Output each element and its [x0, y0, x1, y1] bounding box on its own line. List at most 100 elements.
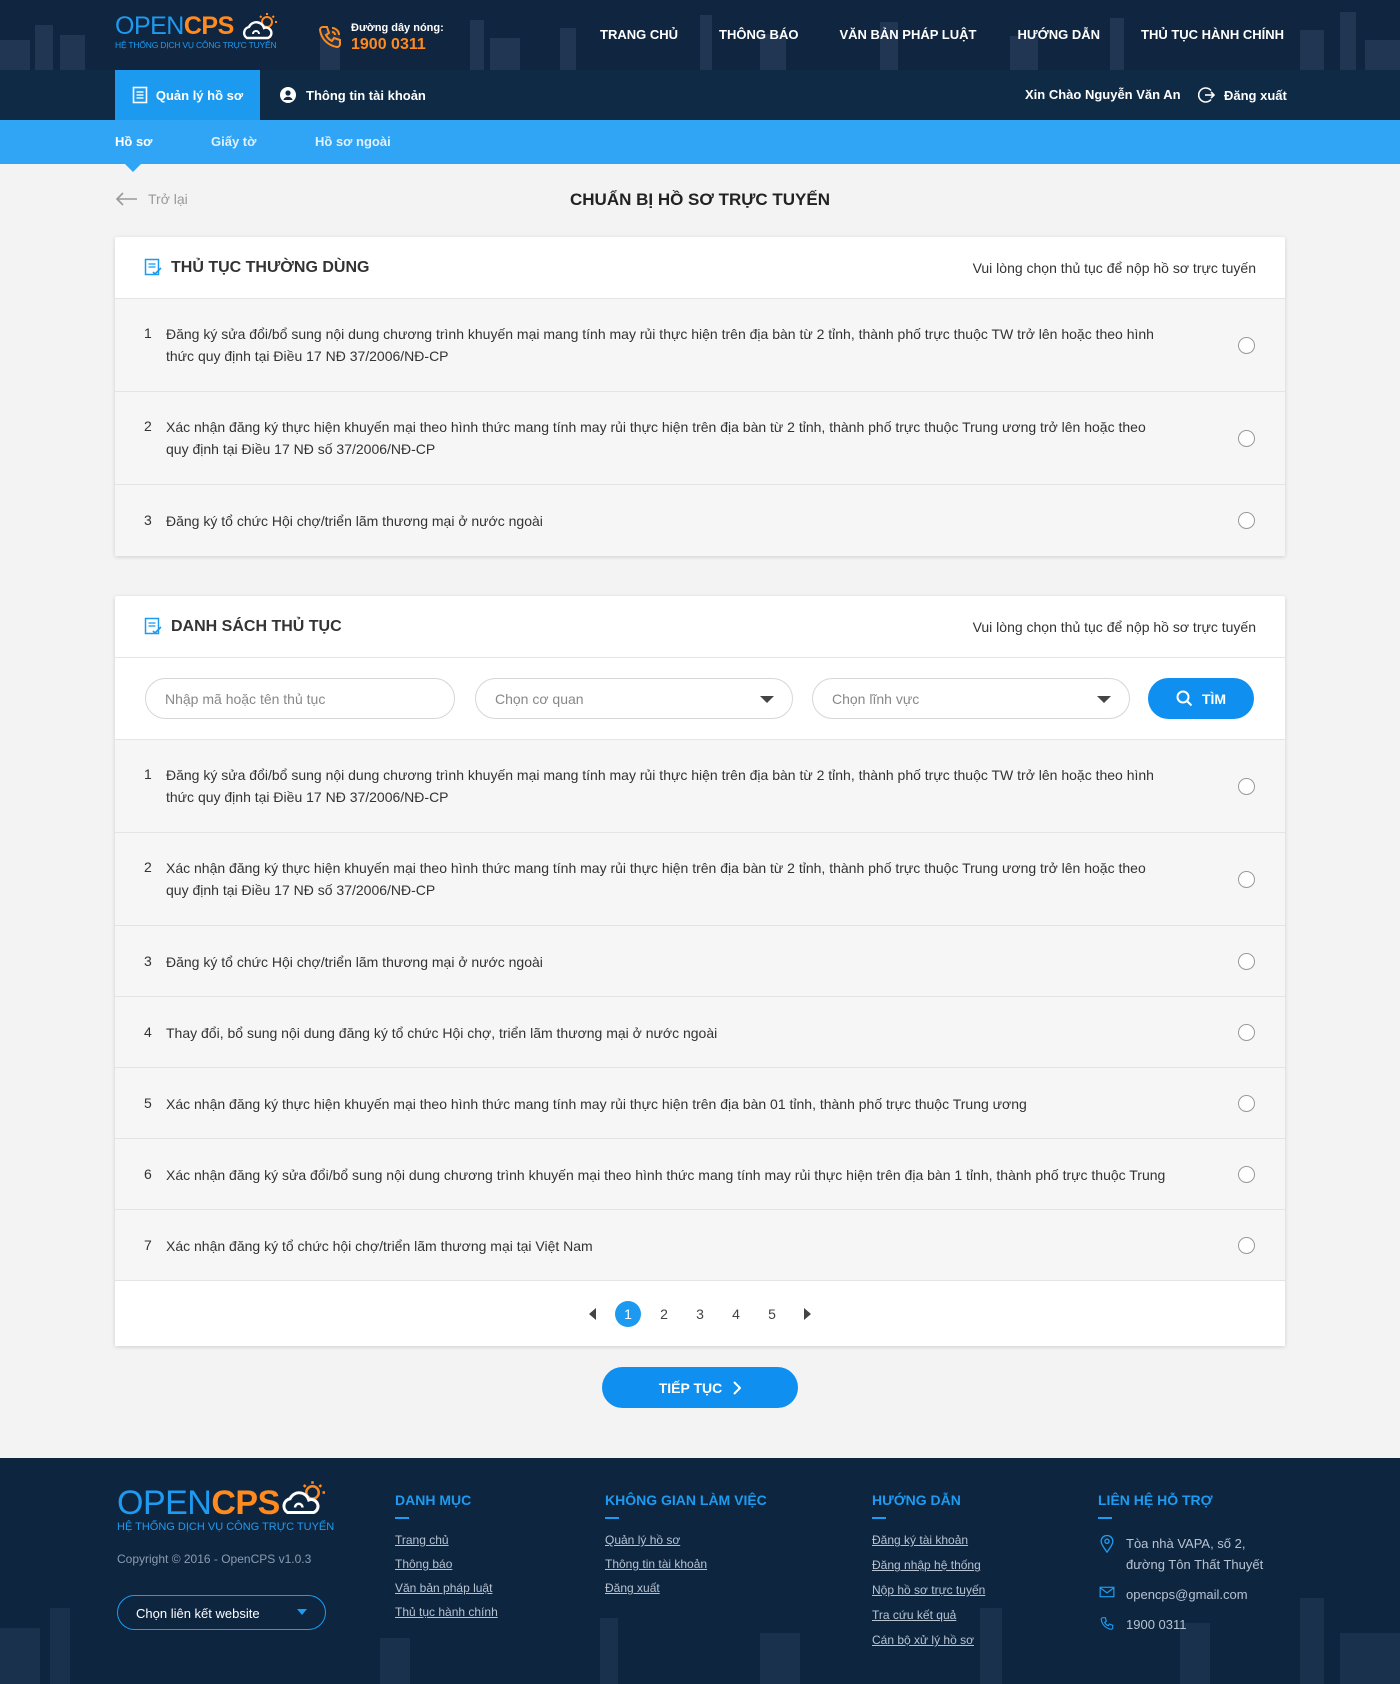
- copyright: Copyright © 2016 - OpenCPS v1.0.3: [117, 1552, 312, 1566]
- procedure-list-title: DANH SÁCH THỦ TỤC: [171, 618, 342, 635]
- support-email[interactable]: opencps@gmail.com: [1098, 1584, 1263, 1605]
- map-pin-icon: [1100, 1535, 1114, 1553]
- subnav-ho-so[interactable]: Hồ sơ: [115, 134, 152, 149]
- list-item[interactable]: 7 Xác nhận đăng ký tổ chức hội chợ/triển…: [115, 1210, 1285, 1281]
- subnav-ho-so-ngoai[interactable]: Hồ sơ ngoài: [315, 134, 391, 149]
- item-number: 4: [144, 1024, 152, 1040]
- nav-thong-bao[interactable]: THÔNG BÁO: [719, 27, 798, 42]
- footer-link[interactable]: Thông tin tài khoản: [605, 1557, 767, 1571]
- subnav-giay-to[interactable]: Giấy tờ: [211, 134, 256, 149]
- footer-link[interactable]: Nộp hồ sơ trực tuyến: [872, 1583, 985, 1597]
- item-number: 5: [144, 1095, 152, 1111]
- list-item[interactable]: 6 Xác nhận đăng ký sửa đổi/bổ sung nội d…: [115, 1139, 1285, 1210]
- title-underline: [395, 1517, 409, 1519]
- list-item[interactable]: 1 Đăng ký sửa đổi/bổ sung nội dung chươn…: [115, 299, 1285, 392]
- footer-link[interactable]: Cán bộ xử lý hồ sơ: [872, 1633, 985, 1647]
- footer-workspace: KHÔNG GIAN LÀM VIỆC Quản lý hồ sơ Thông …: [605, 1492, 767, 1605]
- footer-logo[interactable]: OPENCPS HỆ THỐNG DỊCH VỤ CÔNG TRỰC TUYẾN: [117, 1481, 337, 1533]
- footer: OPENCPS HỆ THỐNG DỊCH VỤ CÔNG TRỰC TUYẾN…: [0, 1458, 1400, 1684]
- tab-quan-ly-ho-so[interactable]: Quản lý hồ sơ: [115, 70, 260, 120]
- common-procedures-hint: Vui lòng chọn thủ tục để nộp hồ sơ trực …: [972, 260, 1256, 276]
- user-circle-icon: [280, 87, 296, 103]
- page-title: CHUẨN BỊ HỒ SƠ TRỰC TUYẾN: [570, 190, 830, 209]
- website-link-select-label: Chọn liên kết website: [136, 1606, 260, 1621]
- opencps-logo[interactable]: OPENCPS HỆ THỐNG DỊCH VỤ CÔNG TRỰC TUYẾN: [115, 12, 285, 58]
- pagination: 1 2 3 4 5: [115, 1281, 1285, 1346]
- support-phone-text: 1900 0311: [1126, 1617, 1187, 1632]
- field-select[interactable]: Chọn lĩnh vực: [812, 678, 1130, 719]
- footer-support: LIÊN HỆ HỖ TRỢ Tòa nhà VAPA, số 2, đường …: [1098, 1492, 1263, 1644]
- cloud-sun-icon: [242, 13, 277, 40]
- field-select-placeholder: Chọn lĩnh vực: [832, 691, 920, 707]
- radio-button[interactable]: [1238, 1237, 1255, 1254]
- nav-trang-chu[interactable]: TRANG CHỦ: [600, 27, 678, 42]
- radio-button[interactable]: [1238, 1095, 1255, 1112]
- footer-link[interactable]: Văn bản pháp luật: [395, 1581, 498, 1595]
- search-button[interactable]: TÌM: [1148, 678, 1254, 719]
- search-input[interactable]: Nhập mã hoặc tên thủ tục: [145, 678, 455, 719]
- list-item[interactable]: 4 Thay đổi, bổ sung nội dung đăng ký tổ …: [115, 997, 1285, 1068]
- item-text: Đăng ký tổ chức Hội chợ/triển lãm thương…: [166, 513, 543, 529]
- next-page-icon[interactable]: [804, 1307, 811, 1320]
- footer-guide: HƯỚNG DẪN Đăng ký tài khoản Đăng nhập hệ…: [872, 1492, 985, 1658]
- search-icon: [1176, 690, 1193, 707]
- item-number: 2: [144, 859, 152, 875]
- logo-open-text: OPEN: [115, 12, 184, 40]
- list-item[interactable]: 2 Xác nhận đăng ký thực hiện khuyến mại …: [115, 833, 1285, 926]
- nav-thu-tuc-hanh-chinh[interactable]: THỦ TỤC HÀNH CHÍNH: [1141, 27, 1284, 42]
- footer-link[interactable]: Thông báo: [395, 1557, 498, 1571]
- radio-button[interactable]: [1238, 430, 1255, 447]
- radio-button[interactable]: [1238, 512, 1255, 529]
- document-list-icon: [132, 86, 148, 104]
- radio-button[interactable]: [1238, 1166, 1255, 1183]
- address-line-1: Tòa nhà VAPA, số 2,: [1126, 1536, 1246, 1551]
- logout-button[interactable]: Đăng xuất: [1198, 82, 1287, 108]
- prev-page-icon[interactable]: [589, 1307, 596, 1320]
- tab-thong-tin-tai-khoan[interactable]: Thông tin tài khoản: [280, 70, 426, 120]
- procedure-list-hint: Vui lòng chọn thủ tục để nộp hồ sơ trực …: [972, 619, 1256, 635]
- footer-link[interactable]: Đăng ký tài khoản: [872, 1533, 985, 1547]
- page-5[interactable]: 5: [759, 1301, 785, 1327]
- caret-down-icon: [297, 1609, 307, 1615]
- nav-van-ban-phap-luat[interactable]: VĂN BẢN PHÁP LUẬT: [839, 27, 976, 42]
- website-link-select[interactable]: Chọn liên kết website: [117, 1595, 326, 1630]
- footer-link[interactable]: Đăng xuất: [605, 1581, 767, 1595]
- top-header: OPENCPS HỆ THỐNG DỊCH VỤ CÔNG TRỰC TUYẾN…: [0, 0, 1400, 70]
- continue-button[interactable]: TIẾP TỤC: [602, 1367, 798, 1408]
- footer-link[interactable]: Quản lý hồ sơ: [605, 1533, 767, 1547]
- item-number: 1: [144, 325, 152, 341]
- active-tab-caret: [125, 164, 141, 172]
- radio-button[interactable]: [1238, 1024, 1255, 1041]
- list-item[interactable]: 3 Đăng ký tổ chức Hội chợ/triển lãm thươ…: [115, 926, 1285, 997]
- footer-link[interactable]: Thủ tục hành chính: [395, 1605, 498, 1619]
- footer-link[interactable]: Trang chủ: [395, 1533, 498, 1547]
- footer-link[interactable]: Đăng nhập hệ thống: [872, 1558, 985, 1572]
- support-phone[interactable]: 1900 0311: [1098, 1614, 1263, 1635]
- hotline-number: 1900 0311: [351, 36, 426, 53]
- list-item[interactable]: 2 Xác nhận đăng ký thực hiện khuyến mại …: [115, 392, 1285, 485]
- cloud-sun-icon: [282, 1481, 325, 1514]
- agency-select[interactable]: Chọn cơ quan: [475, 678, 793, 719]
- list-item[interactable]: 1 Đăng ký sửa đổi/bổ sung nội dung chươn…: [115, 740, 1285, 833]
- radio-button[interactable]: [1238, 953, 1255, 970]
- search-button-label: TÌM: [1201, 690, 1227, 707]
- list-item[interactable]: 3 Đăng ký tổ chức Hội chợ/triển lãm thươ…: [115, 485, 1285, 556]
- checklist-icon: [144, 617, 162, 635]
- common-procedures-header: THỦ TỤC THƯỜNG DÙNG Vui lòng chọn thủ tụ…: [115, 237, 1285, 299]
- radio-button[interactable]: [1238, 778, 1255, 795]
- radio-button[interactable]: [1238, 337, 1255, 354]
- nav-huong-dan[interactable]: HƯỚNG DẪN: [1017, 27, 1100, 42]
- list-item[interactable]: 5 Xác nhận đăng ký thực hiện khuyến mại …: [115, 1068, 1285, 1139]
- item-text: Xác nhận đăng ký thực hiện khuyến mại th…: [166, 419, 1146, 457]
- page-2[interactable]: 2: [651, 1301, 677, 1327]
- radio-button[interactable]: [1238, 871, 1255, 888]
- logo-cps-text: CPS: [183, 12, 234, 40]
- item-text: Đăng ký sửa đổi/bổ sung nội dung chương …: [166, 326, 1154, 364]
- footer-logo-cps-text: CPS: [211, 1484, 280, 1522]
- item-text: Xác nhận đăng ký sửa đổi/bổ sung nội dun…: [166, 1167, 1166, 1183]
- page-4[interactable]: 4: [723, 1301, 749, 1327]
- procedure-list-header: DANH SÁCH THỦ TỤC Vui lòng chọn thủ tục …: [115, 596, 1285, 658]
- page-1[interactable]: 1: [615, 1300, 641, 1327]
- page-3[interactable]: 3: [687, 1301, 713, 1327]
- footer-link[interactable]: Tra cứu kết quả: [872, 1608, 985, 1622]
